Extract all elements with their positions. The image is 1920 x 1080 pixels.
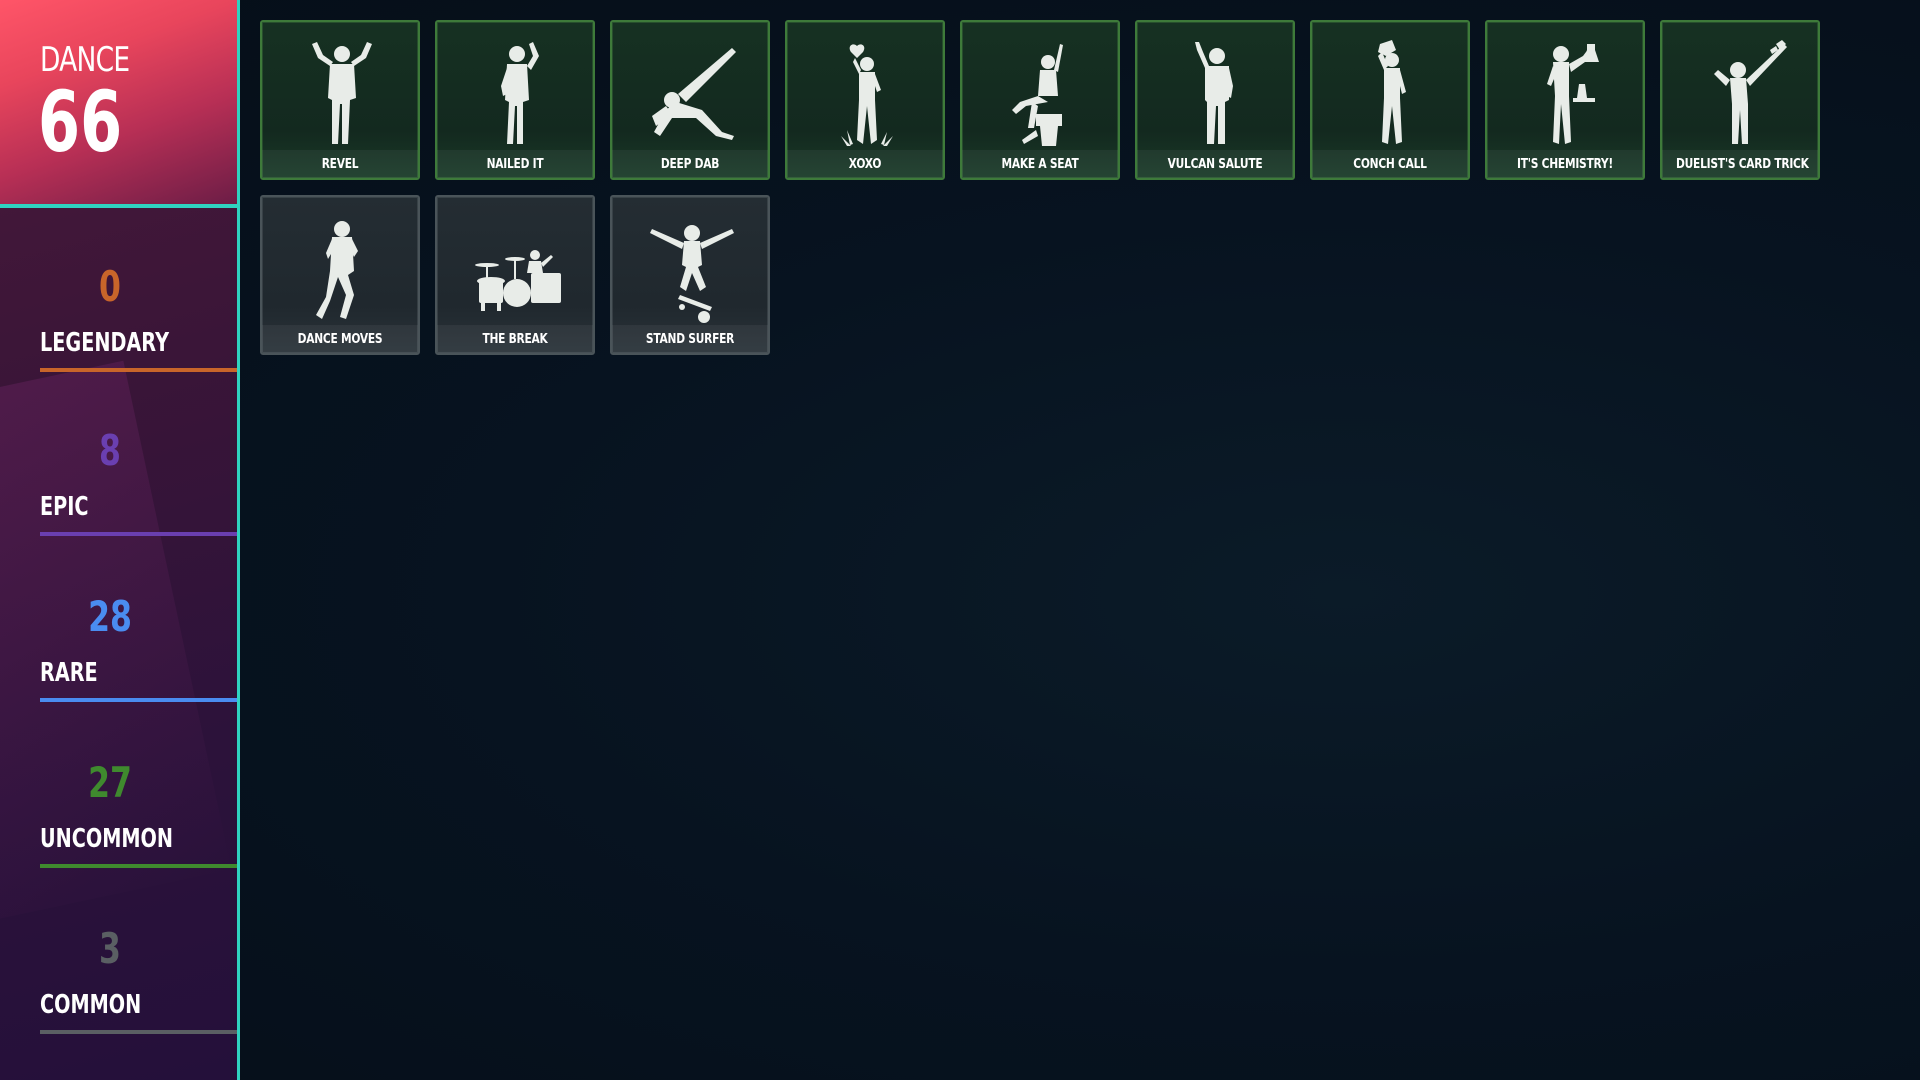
- rarity-underline: [40, 368, 237, 372]
- rarity-epic[interactable]: 8 EPIC: [40, 430, 237, 580]
- rarity-label: EPIC: [40, 492, 89, 522]
- emote-card-revel[interactable]: REVEL: [260, 20, 420, 180]
- emote-card-dance-moves[interactable]: DANCE MOVES: [260, 195, 420, 355]
- emote-card-vulcan-salute[interactable]: VULCAN SALUTE: [1135, 20, 1295, 180]
- category-total-count: 66: [38, 73, 123, 171]
- rarity-sidebar: DANCE 66 0 LEGENDARY 8 EPIC 28 RARE 27 U…: [0, 0, 240, 1080]
- rarity-underline: [40, 864, 237, 868]
- emote-card-duelists-card-trick[interactable]: DUELIST'S CARD TRICK: [1660, 20, 1820, 180]
- rarity-count: 27: [88, 758, 132, 807]
- emote-name: DANCE MOVES: [297, 332, 383, 347]
- emote-name: NAILED IT: [486, 157, 544, 172]
- rarity-label: COMMON: [40, 990, 142, 1020]
- emote-card-conch-call[interactable]: CONCH CALL: [1310, 20, 1470, 180]
- figure-cards-icon: [1714, 40, 1787, 144]
- rarity-underline: [40, 1030, 237, 1034]
- emote-name: XOXO: [848, 157, 882, 172]
- rarity-label: RARE: [40, 658, 98, 688]
- emote-name: DEEP DAB: [660, 157, 720, 172]
- rarity-count: 8: [99, 426, 121, 475]
- emote-card-make-a-seat[interactable]: MAKE A SEAT: [960, 20, 1120, 180]
- emote-name: MAKE A SEAT: [1001, 157, 1079, 172]
- drum-kit-icon: [475, 250, 561, 311]
- emote-card-the-break[interactable]: THE BREAK: [435, 195, 595, 355]
- figure-skateboard-icon: [650, 225, 734, 323]
- rarity-rare[interactable]: 28 RARE: [40, 596, 237, 746]
- emote-card-xoxo[interactable]: XOXO: [785, 20, 945, 180]
- rarity-label: UNCOMMON: [40, 824, 173, 854]
- rarity-legendary[interactable]: 0 LEGENDARY: [40, 266, 237, 416]
- emote-name: IT'S CHEMISTRY!: [1517, 157, 1613, 172]
- emote-name: REVEL: [321, 157, 359, 172]
- emote-name: THE BREAK: [482, 332, 548, 347]
- emote-name: CONCH CALL: [1353, 157, 1427, 172]
- emote-name: DUELIST'S CARD TRICK: [1676, 157, 1809, 172]
- rarity-common[interactable]: 3 COMMON: [40, 928, 237, 1078]
- emote-card-nailed-it[interactable]: NAILED IT: [435, 20, 595, 180]
- figure-dab-icon: [652, 48, 736, 140]
- figure-dance-icon: [316, 221, 358, 319]
- rarity-count: 3: [99, 924, 121, 973]
- emote-card-its-chemistry[interactable]: IT'S CHEMISTRY!: [1485, 20, 1645, 180]
- figure-conch-icon: [1378, 40, 1406, 144]
- emote-card-stand-surfer[interactable]: STAND SURFER: [610, 195, 770, 355]
- emote-name: STAND SURFER: [645, 332, 735, 347]
- category-summary: DANCE 66: [0, 0, 237, 208]
- rarity-count: 28: [88, 592, 132, 641]
- emote-name: VULCAN SALUTE: [1167, 157, 1263, 172]
- emote-card-deep-dab[interactable]: DEEP DAB: [610, 20, 770, 180]
- rarity-label: LEGENDARY: [40, 328, 170, 358]
- figure-salute-icon: [1195, 42, 1233, 144]
- rarity-underline: [40, 532, 237, 536]
- figure-seated-icon: [1012, 44, 1063, 146]
- rarity-underline: [40, 698, 237, 702]
- rarity-count: 0: [99, 262, 121, 311]
- figure-hammer-icon: [501, 42, 539, 144]
- dancer-arms-up-icon: [312, 42, 372, 144]
- figure-heart-icon: [841, 44, 893, 146]
- rarity-uncommon[interactable]: 27 UNCOMMON: [40, 762, 237, 912]
- figure-chemistry-icon: [1547, 44, 1599, 144]
